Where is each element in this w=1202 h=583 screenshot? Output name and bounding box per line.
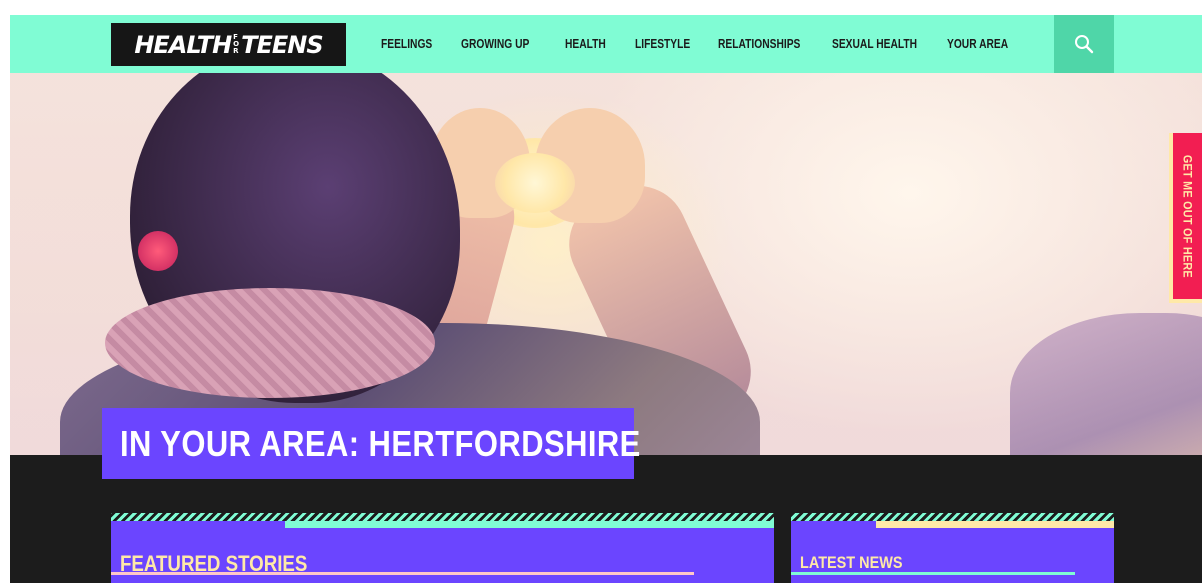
get-me-out-label: GET ME OUT OF HERE — [1180, 154, 1195, 278]
latest-underline — [791, 572, 1075, 575]
hero-hairtie — [138, 231, 178, 271]
panel-accent-bar — [285, 521, 774, 528]
panel-stripes — [791, 513, 1114, 521]
site-logo[interactable]: HEALTH F O R TEENS — [111, 23, 346, 66]
panel-stripes — [111, 513, 774, 521]
get-me-out-button[interactable]: GET ME OUT OF HERE — [1169, 133, 1202, 303]
latest-news-title: LATEST NEWS — [800, 553, 903, 572]
hero-image — [10, 73, 1202, 455]
nav-item-lifestyle[interactable]: LIFESTYLE — [635, 37, 703, 51]
nav-item-relationships[interactable]: RELATIONSHIPS — [718, 37, 811, 51]
nav-item-feelings[interactable]: FEELINGS — [381, 37, 447, 51]
nav-item-growing-up[interactable]: GROWING UP — [461, 37, 546, 51]
hero-scarf — [105, 288, 435, 398]
page-title-box: IN YOUR AREA: HERTFORDSHIRE — [102, 408, 640, 479]
logo-text-health: HEALTH — [134, 30, 232, 59]
hero-background-rocks — [1010, 313, 1202, 455]
page-title: IN YOUR AREA: HERTFORDSHIRE — [120, 422, 641, 464]
site-header: HEALTH F O R TEENS FEELINGS GROWING UP H… — [10, 15, 1202, 73]
search-icon — [1075, 35, 1094, 54]
search-button[interactable] — [1054, 15, 1114, 73]
main-nav: FEELINGS GROWING UP HEALTH LIFESTYLE REL… — [381, 15, 1027, 73]
latest-news-panel: LATEST NEWS — [791, 513, 1114, 583]
panel-accent-bar — [876, 521, 1114, 528]
hero-heart-center — [495, 153, 575, 213]
nav-item-sexual-health[interactable]: SEXUAL HEALTH — [832, 37, 926, 51]
logo-text-teens: TEENS — [241, 30, 324, 59]
nav-item-your-area[interactable]: YOUR AREA — [947, 37, 1013, 51]
featured-stories-panel: FEATURED STORIES — [111, 513, 774, 583]
featured-underline — [111, 572, 694, 575]
logo-text-for: F O R — [233, 33, 240, 55]
nav-item-health[interactable]: HEALTH — [565, 37, 622, 51]
